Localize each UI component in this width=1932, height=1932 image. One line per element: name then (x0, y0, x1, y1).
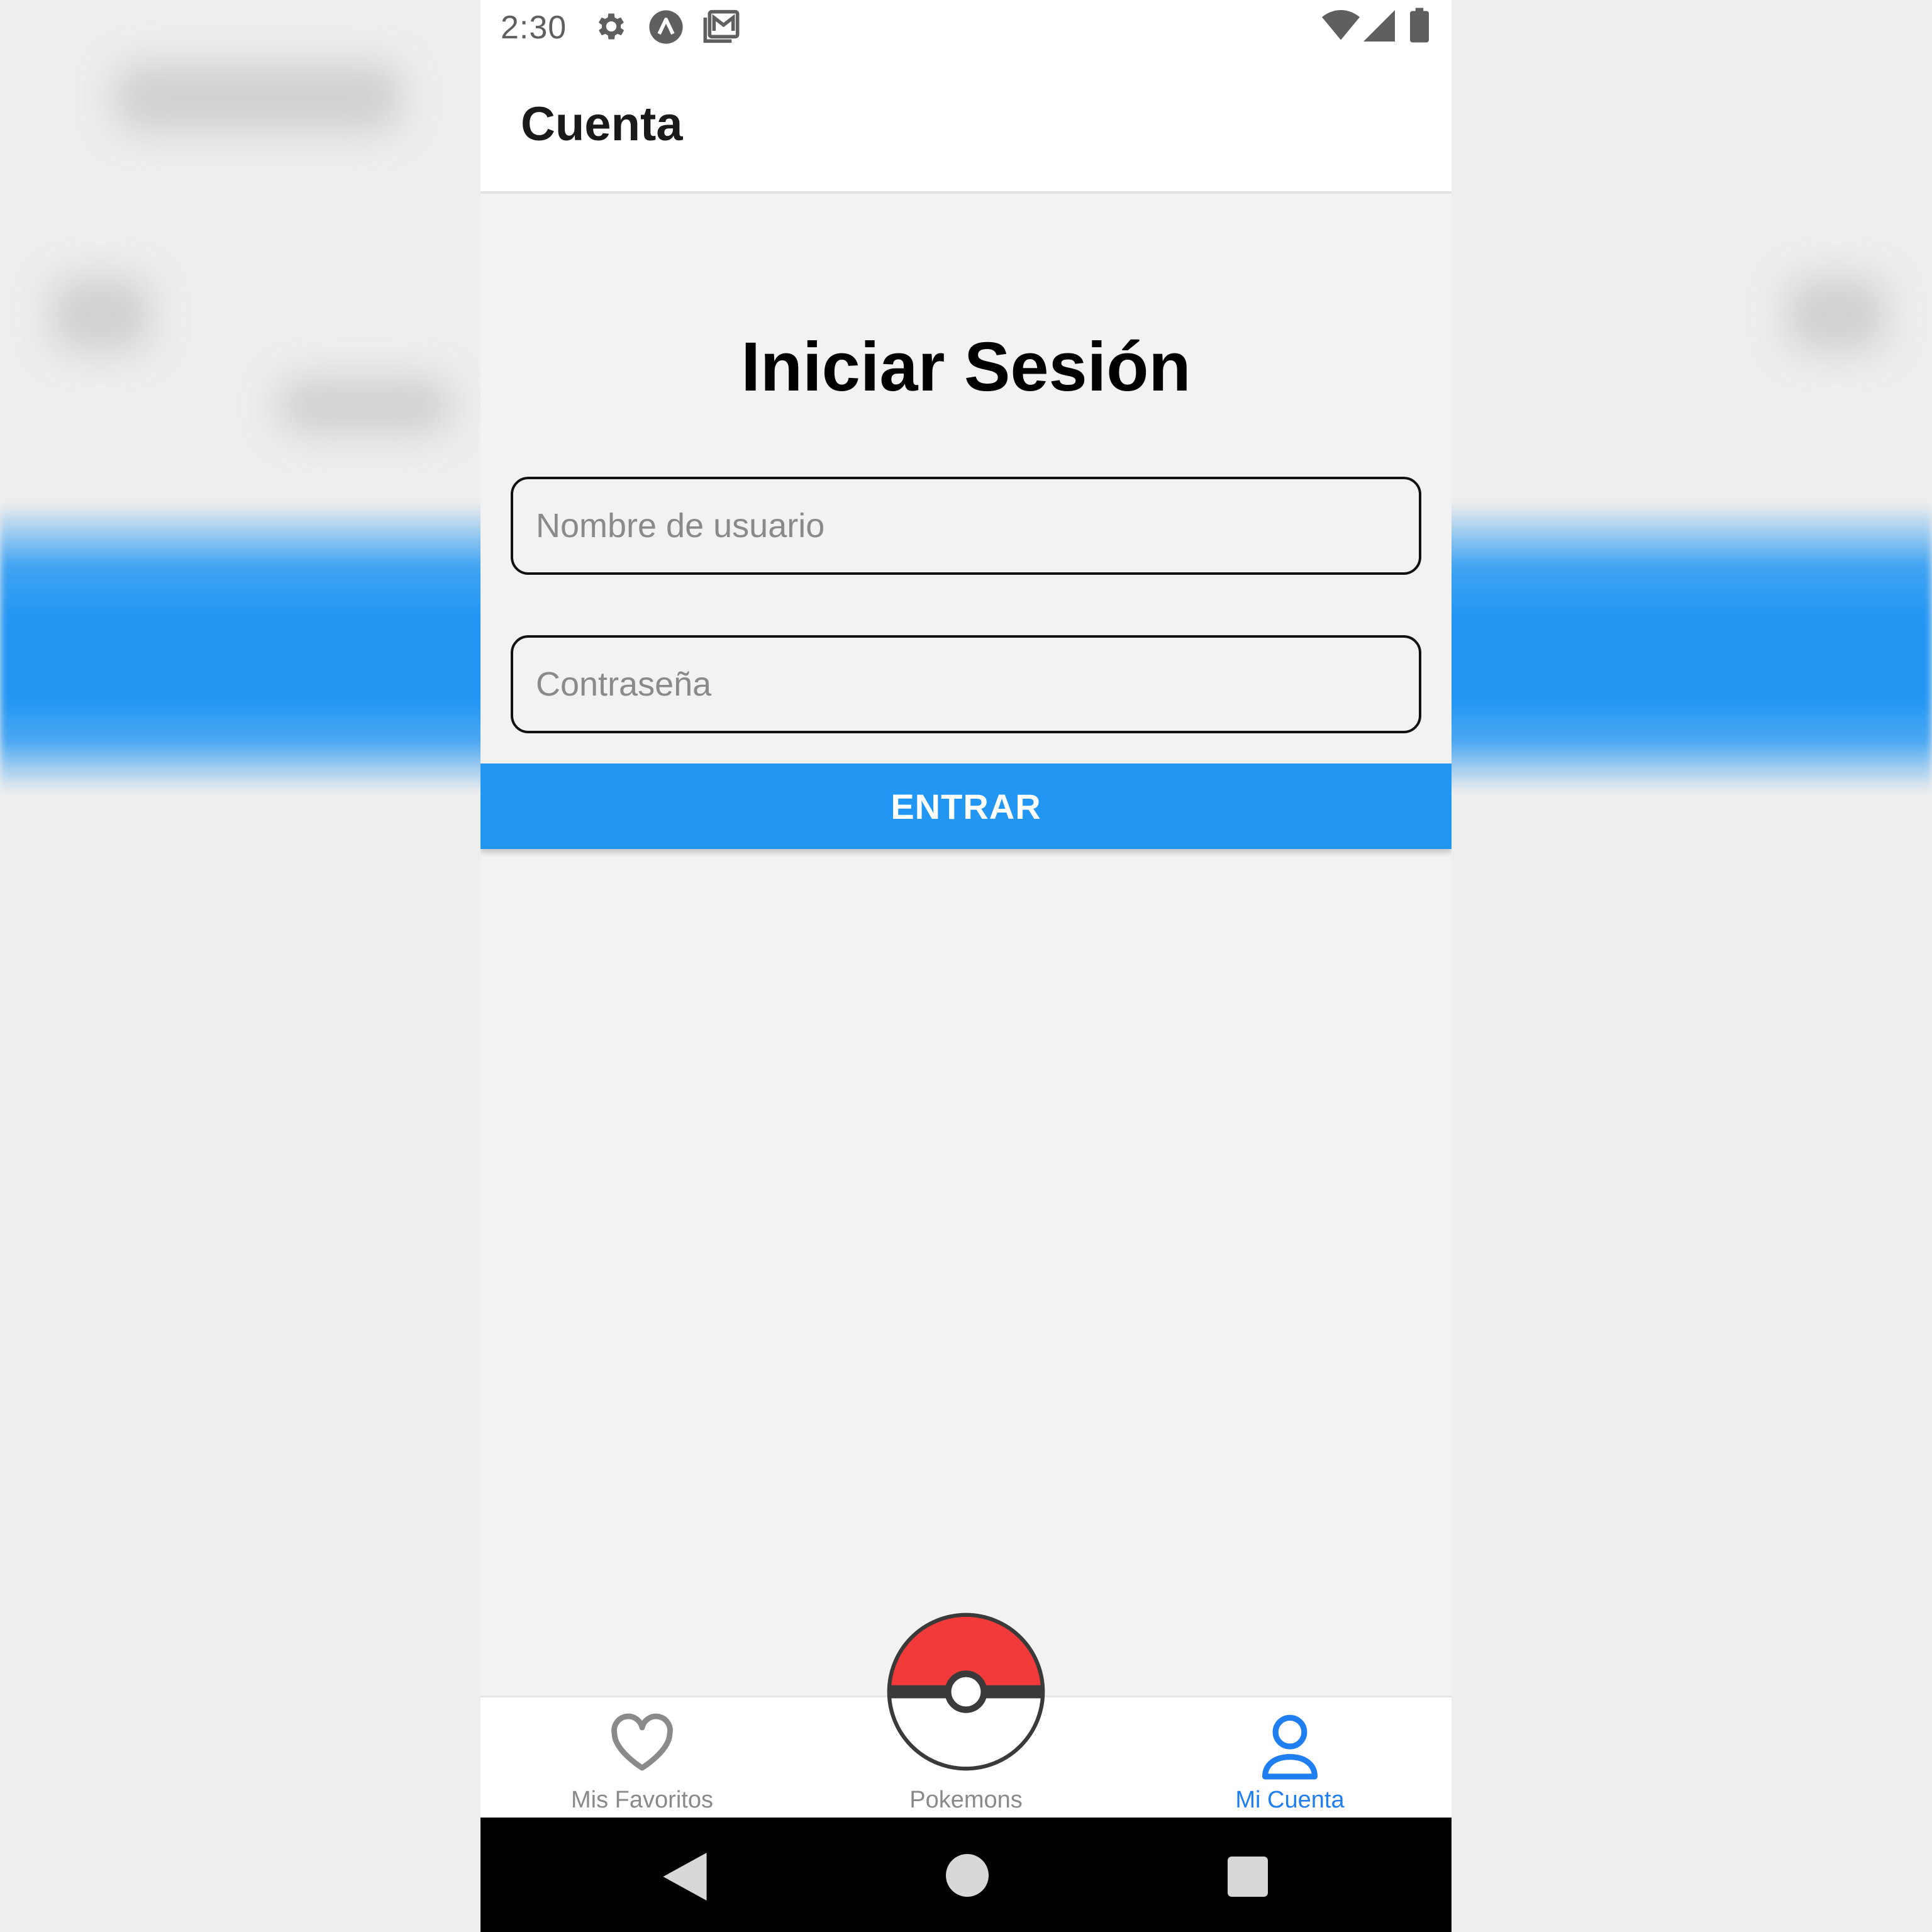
username-input[interactable] (511, 477, 1421, 575)
system-navigation-bar (480, 1818, 1452, 1932)
background-blur-shape (1786, 277, 1887, 352)
user-icon (1258, 1713, 1321, 1784)
password-input[interactable] (511, 635, 1421, 733)
page-title: Cuenta (521, 97, 683, 151)
signal-icon (1363, 10, 1395, 45)
app-bar: Cuenta (480, 53, 1452, 194)
mail-icon (702, 9, 741, 47)
tab-label: Pokemons (909, 1787, 1023, 1813)
tab-mis-favoritos[interactable]: Mis Favoritos (480, 1697, 804, 1819)
tab-mi-cuenta[interactable]: Mi Cuenta (1128, 1697, 1452, 1819)
recents-icon[interactable] (1228, 1857, 1268, 1900)
battery-icon (1410, 8, 1429, 46)
phone-screen: 2:30 Cuenta Iniciar Sesión ENTRAR (480, 0, 1452, 1932)
status-time: 2:30 (501, 9, 567, 46)
login-submit-button[interactable]: ENTRAR (480, 763, 1452, 849)
home-icon[interactable] (946, 1854, 989, 1900)
tab-label: Mis Favoritos (571, 1787, 713, 1813)
pokeball-icon[interactable] (884, 1610, 1048, 1774)
status-bar: 2:30 (480, 0, 1452, 53)
background-blur-shape (50, 277, 151, 352)
wifi-icon (1322, 10, 1360, 45)
heart-icon (609, 1713, 675, 1776)
background-blur-shape (113, 63, 402, 132)
login-heading: Iniciar Sesión (741, 328, 1191, 406)
app-notification-icon (648, 9, 684, 48)
background-blur-shape (277, 377, 453, 434)
settings-icon (594, 9, 629, 47)
back-icon[interactable] (663, 1853, 707, 1904)
tab-label: Mi Cuenta (1235, 1787, 1345, 1813)
